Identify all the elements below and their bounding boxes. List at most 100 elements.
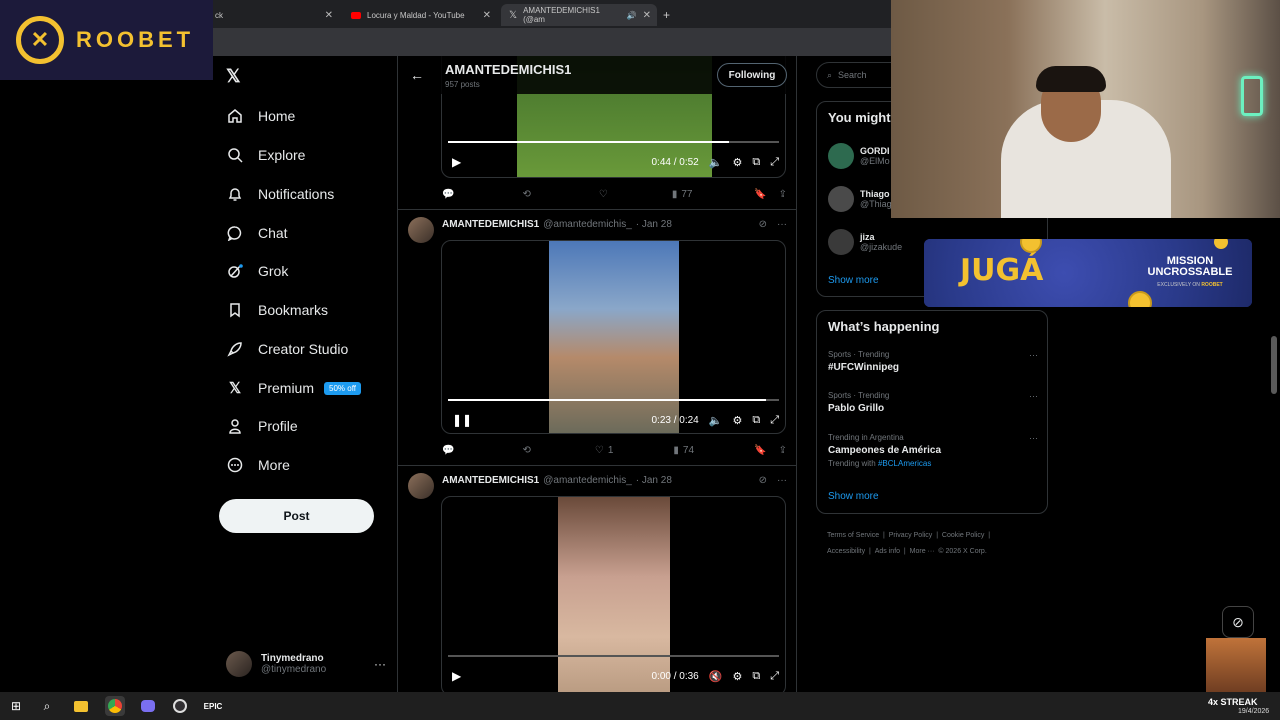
reply-icon[interactable]: 💬 [442,189,454,200]
avatar[interactable] [408,473,434,499]
more-icon[interactable]: ··· [1029,350,1038,360]
settings-icon[interactable]: ⚙ [732,414,742,427]
avatar[interactable] [408,217,434,243]
discord-icon[interactable] [138,696,158,716]
post-count: 957 posts [445,80,480,89]
x-logo-icon[interactable]: 𝕏 [226,66,246,86]
close-tab-icon[interactable]: ✕ [319,10,339,21]
nav-premium[interactable]: 𝕏 Premium 50% off [226,374,361,402]
more-icon[interactable]: ··· [1029,391,1038,401]
search-icon[interactable]: ⌕ [37,696,57,716]
x-logo-icon: 𝕏 [228,380,242,397]
close-tab-icon[interactable]: ✕ [637,10,657,21]
audio-icon[interactable]: 🔊 [627,11,637,20]
chrome-icon[interactable] [105,696,125,716]
share-icon[interactable]: ⇪ [779,445,787,456]
trend-hashtag[interactable]: #BCLAmericas [878,459,931,468]
video-player[interactable]: ❚❚ 0:23 / 0:24 🔈 ⚙ ⧉ ⤢ [441,240,786,434]
reply-icon[interactable]: 💬 [442,445,454,456]
play-icon[interactable]: ▶ [452,669,461,683]
author-name[interactable]: AMANTEDEMICHIS1 [442,475,539,486]
footer-link[interactable]: Privacy Policy [889,532,933,539]
share-icon[interactable]: ⇪ [779,189,787,200]
user-name: GORDI [860,146,890,156]
new-tab-button[interactable]: + [663,4,683,26]
footer-link[interactable]: Terms of Service [827,532,879,539]
author-name[interactable]: AMANTEDEMICHIS1 [442,219,539,230]
suggested-user[interactable]: jiza @jizakude [828,227,918,257]
pip-icon[interactable]: ⧉ [752,156,760,169]
browser-tab-active[interactable]: 𝕏 AMANTEDEMICHIS1 (@am 🔊 ✕ [501,4,657,26]
show-more-link[interactable]: Show more [828,491,879,502]
settings-icon[interactable]: ⚙ [732,670,742,683]
fullscreen-icon[interactable]: ⤢ [770,156,779,169]
mute-icon[interactable]: 🔇 [709,670,723,683]
fullscreen-icon[interactable]: ⤢ [770,670,779,683]
trend-item[interactable]: Sports · Trending #UFCWinnipeg ··· [828,350,1038,373]
play-icon[interactable]: ▶ [452,155,461,169]
trend-item[interactable]: Trending in Argentina Campeones de Améri… [828,433,1038,468]
close-tab-icon[interactable]: ✕ [477,10,497,21]
more-icon[interactable]: ··· [777,219,787,230]
nav-more[interactable]: More [226,451,290,479]
author-handle[interactable]: @amantedemichis_ [543,475,632,486]
nav-creator-studio[interactable]: Creator Studio [226,335,348,363]
back-arrow-icon[interactable]: ← [410,67,424,83]
browser-tab[interactable]: Locura y Maldad - YouTube ✕ [343,4,497,26]
show-more-link[interactable]: Show more [828,275,879,286]
views-icon[interactable]: ▮ [672,189,678,200]
footer-link[interactable]: Accessibility [827,548,865,555]
video-progress[interactable] [448,399,779,401]
like-icon[interactable]: ♡ [595,445,604,456]
video-progress[interactable] [448,655,779,657]
retweet-icon[interactable]: ⟲ [522,189,530,200]
account-switcher[interactable]: Tinymedrano @tinymedrano ··· [226,648,386,680]
footer-link[interactable]: More ··· [910,548,935,555]
grok-icon[interactable]: ⊘ [759,475,767,486]
grok-icon[interactable]: ⊘ [759,219,767,230]
grok-float-icon[interactable]: ⊘ [1222,606,1254,638]
obs-icon[interactable] [170,696,190,716]
more-icon[interactable]: ··· [374,657,386,671]
video-progress[interactable] [448,141,779,143]
settings-icon[interactable]: ⚙ [732,156,742,169]
profile-name: AMANTEDEMICHIS1 [445,62,572,77]
nav-bookmarks[interactable]: Bookmarks [226,296,328,324]
author-handle[interactable]: @amantedemichis_ [543,219,632,230]
following-button[interactable]: Following [717,63,787,87]
trend-item[interactable]: Sports · Trending Pablo Grillo ··· [828,391,1038,414]
nav-notifications[interactable]: Notifications [226,180,334,208]
more-icon[interactable]: ··· [1029,433,1038,443]
more-icon[interactable]: ··· [777,475,787,486]
nav-home[interactable]: Home [226,102,295,130]
tweet-date[interactable]: · Jan 28 [636,219,672,230]
epic-games-icon[interactable]: EPIC [203,696,223,716]
grok-icon [226,262,244,280]
file-explorer-icon[interactable] [71,696,91,716]
nav-chat[interactable]: Chat [226,219,288,247]
pip-icon[interactable]: ⧉ [752,670,760,683]
video-player[interactable]: ▶ 0:00 / 0:36 🔇 ⚙ ⧉ ⤢ [441,496,786,696]
search-placeholder: Search [838,70,867,80]
retweet-icon[interactable]: ⟲ [522,445,530,456]
trend-meta: Sports · Trending [828,391,890,400]
nav-grok[interactable]: Grok [226,257,288,285]
nav-explore[interactable]: Explore [226,141,305,169]
fullscreen-icon[interactable]: ⤢ [770,414,779,427]
volume-icon[interactable]: 🔈 [709,414,723,427]
like-icon[interactable]: ♡ [599,189,608,200]
footer-link[interactable]: Cookie Policy [942,532,984,539]
post-button[interactable]: Post [219,499,374,533]
bookmark-icon[interactable]: 🔖 [754,189,766,200]
volume-icon[interactable]: 🔈 [709,156,723,169]
pause-icon[interactable]: ❚❚ [452,413,472,427]
browser-tab[interactable]: ck ✕ [213,4,339,26]
pip-icon[interactable]: ⧉ [752,414,760,427]
footer-link[interactable]: Ads info [875,548,900,555]
views-icon[interactable]: ▮ [673,445,679,456]
scrollbar-thumb[interactable] [1271,336,1277,394]
bookmark-icon[interactable]: 🔖 [754,445,766,456]
windows-start-icon[interactable]: ⊞ [6,696,26,716]
tweet-date[interactable]: · Jan 28 [636,475,672,486]
nav-profile[interactable]: Profile [226,412,298,440]
